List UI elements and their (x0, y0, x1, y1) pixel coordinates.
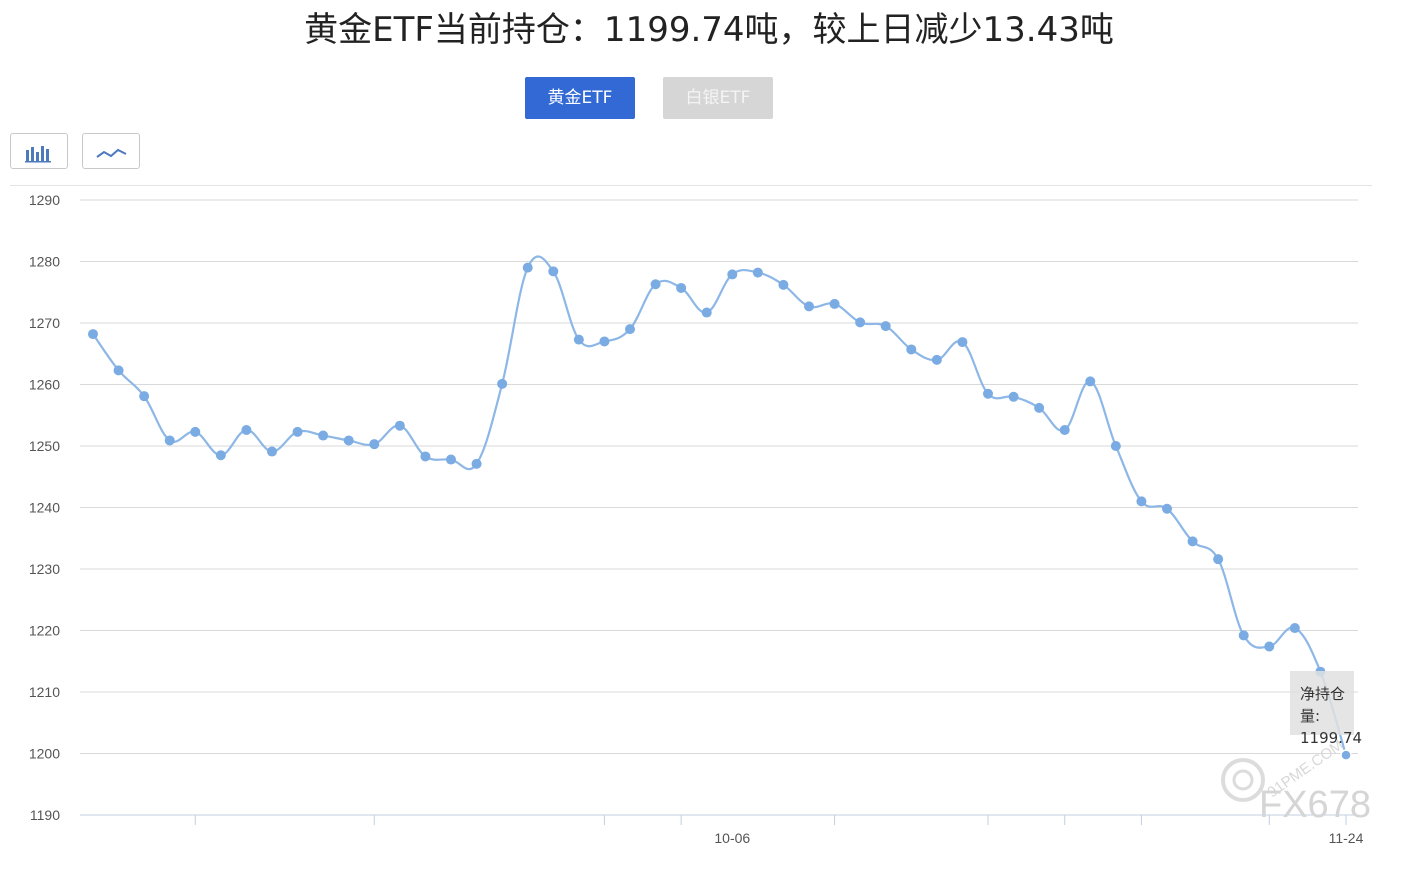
data-point (1264, 641, 1275, 652)
data-point (650, 279, 661, 290)
data-point (1008, 391, 1019, 402)
x-tick-label: 10-06 (714, 830, 750, 846)
data-point (88, 329, 98, 340)
data-point (701, 307, 712, 318)
data-point (752, 267, 763, 278)
data-point (164, 435, 175, 446)
page: 黄金ETF当前持仓：1199.74吨，较上日减少13.43吨 黄金ETF 白银E… (0, 0, 1418, 876)
y-tick-label: 1280 (29, 254, 60, 270)
y-tick-label: 1240 (29, 500, 60, 516)
data-point (599, 336, 610, 347)
data-point (1059, 425, 1070, 436)
data-point (522, 262, 533, 273)
data-point (343, 435, 354, 446)
data-point (497, 378, 508, 389)
data-point (1136, 496, 1147, 507)
data-point (880, 321, 891, 332)
data-point (573, 334, 584, 345)
data-point (778, 279, 789, 290)
x-tick-label: 11-24 (1329, 830, 1364, 846)
tooltip-label: 净持仓量: (1300, 685, 1346, 725)
line-chart: 1190 1200 1210 1220 1230 1240 1250 1260 1270 1280… (29, 192, 1364, 846)
data-point (446, 454, 456, 465)
y-tick-label: 1230 (29, 561, 60, 577)
tooltip-value: 1199.74 (1300, 729, 1363, 747)
data-point (1187, 536, 1198, 547)
y-tick-label: 1290 (29, 192, 60, 208)
data-point (1085, 376, 1096, 387)
data-point (139, 391, 150, 402)
data-tooltip: 净持仓量: 1199.74 (1290, 671, 1362, 747)
data-point (215, 450, 226, 461)
data-point (1238, 630, 1249, 641)
data-point (1289, 623, 1300, 634)
data-point (625, 324, 635, 335)
data-point (113, 365, 124, 376)
data-point (369, 439, 380, 450)
data-point (548, 266, 559, 277)
data-point (241, 425, 252, 436)
data-point (1034, 402, 1045, 413)
data-point (471, 458, 482, 469)
data-point (957, 337, 968, 348)
y-tick-label: 1210 (29, 684, 60, 700)
data-point (906, 344, 917, 355)
series-line (92, 255, 1348, 756)
data-point (676, 282, 687, 293)
data-point (394, 420, 405, 431)
data-point (829, 298, 840, 309)
data-point (727, 269, 738, 280)
y-tick-label: 1190 (30, 807, 60, 823)
data-point (318, 430, 329, 441)
data-point (1340, 749, 1352, 761)
data-point (420, 451, 431, 462)
y-tick-label: 1260 (29, 377, 60, 393)
data-point (855, 317, 866, 328)
data-point (931, 354, 942, 365)
y-tick-label: 1200 (29, 746, 60, 762)
data-point (267, 446, 277, 457)
y-tick-label: 1250 (29, 438, 60, 454)
data-point (983, 388, 993, 399)
data-point (804, 301, 814, 312)
y-tick-label: 1220 (29, 623, 60, 639)
data-point (190, 426, 201, 437)
data-point (292, 426, 303, 437)
y-tick-label: 1270 (29, 315, 60, 331)
data-point (1213, 554, 1224, 565)
data-point (1110, 441, 1121, 451)
data-point (1162, 503, 1172, 514)
